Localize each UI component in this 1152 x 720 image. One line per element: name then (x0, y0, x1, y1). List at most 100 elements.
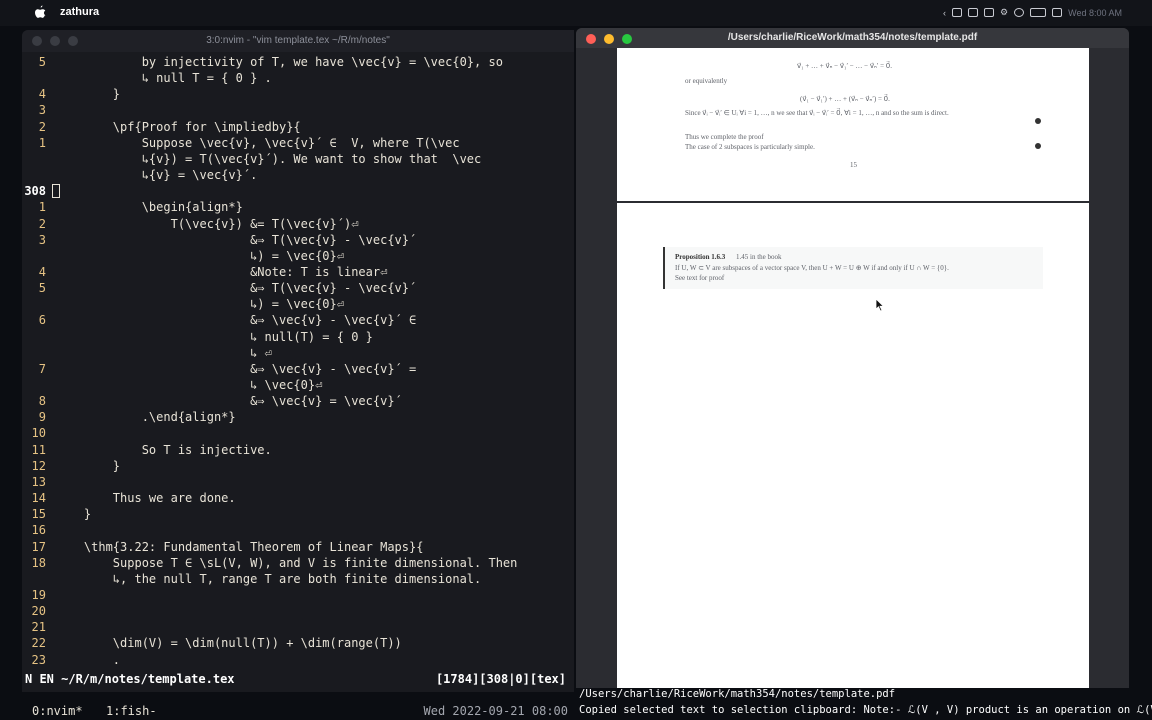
proposition-title: Proposition 1.6.3 (675, 253, 726, 261)
menu-clock[interactable]: Wed 8:00 AM (1068, 8, 1122, 18)
pdf-page-16[interactable]: Proposition 1.6.3 1.45 in the book If U,… (617, 203, 1089, 690)
line-number: 22 (31, 636, 46, 651)
line-number: 3 (38, 103, 46, 118)
statusline-file: N EN ~/R/m/notes/template.tex (25, 672, 235, 686)
line-number: 14 (31, 491, 46, 506)
status-icons: ‹ ⚙ Wed 8:00 AM (943, 7, 1122, 18)
line-text: by injectivity of T, we have \vec{v} = \… (55, 55, 503, 69)
line-text: \begin{align*} (55, 200, 243, 215)
line-text: ↳) = \vec{0}⏎ (55, 248, 344, 263)
text-case: The case of 2 subspaces is particularly … (685, 143, 815, 151)
annotation-marker[interactable] (1035, 143, 1041, 149)
line-text: .\end{align*} (55, 410, 236, 425)
equation-1: v⃗₁ + … + v⃗ₙ − v⃗₁′ − … − v⃗ₙ′ = 0⃗. (797, 62, 892, 70)
line-number: 4 (38, 87, 46, 102)
line-number: 6 (38, 313, 46, 328)
line-number: 12 (31, 458, 46, 473)
line-text: Suppose \vec{v}, \vec{v}´ ∈ V, where T(\… (55, 135, 460, 150)
line-text: ↳ null T = { 0 } . (55, 71, 272, 86)
line-text: } (55, 507, 92, 522)
line-number: 9 (38, 410, 46, 425)
input-icon[interactable] (984, 8, 995, 17)
line-text: T(\vec{v}) &= T(\vec{v}´)⏎ (55, 216, 359, 231)
page-number: 15 (850, 161, 857, 169)
line-number: 23 (31, 652, 46, 667)
chevron-left-icon[interactable]: ‹ (943, 8, 946, 18)
battery-icon[interactable] (1030, 8, 1047, 17)
annotation-marker[interactable] (1035, 118, 1041, 124)
tmux-window-1[interactable]: 1:fish- (106, 702, 157, 720)
line-number: 19 (31, 587, 46, 602)
line-number: 1 (38, 200, 46, 215)
line-text: &⇒ \vec{v} - \vec{v}´ ∈ (55, 313, 417, 328)
gear-icon[interactable]: ⚙ (1000, 7, 1008, 18)
proposition-ref: 1.45 in the book (736, 253, 782, 261)
line-number: 2 (38, 216, 46, 231)
line-number: 1 (38, 135, 46, 150)
terminal-titlebar: 3:0:nvim - "vim template.tex ~/R/m/notes… (22, 30, 574, 52)
tmux-bar: 0:nvim* 1:fish- Wed 2022-09-21 08:00 (22, 702, 574, 720)
zathura-statusbar: /Users/charlie/RiceWork/math354/notes/te… (576, 688, 1152, 720)
apple-icon[interactable] (34, 5, 46, 19)
line-number: 308 (24, 184, 46, 199)
statusline-position: [1784][308|0][tex] (435, 672, 566, 686)
line-number: 4 (38, 264, 46, 279)
tmux-date: Wed 2022-09-21 08:00 (423, 704, 569, 718)
line-text: &Note: T is linear⏎ (55, 264, 388, 279)
line-number: 18 (31, 555, 46, 570)
line-number: 10 (31, 426, 46, 441)
terminal-title: 3:0:nvim - "vim template.tex ~/R/m/notes… (206, 35, 390, 46)
pdf-title: /Users/charlie/RiceWork/math354/notes/te… (727, 32, 978, 43)
line-text: ↳{v}) = T(\vec{v}´). We want to show tha… (55, 151, 482, 166)
line-number: 3 (38, 232, 46, 247)
line-text: ↳ null(T) = { 0 } (55, 329, 373, 344)
pdf-page-15[interactable]: v⃗₁ + … + v⃗ₙ − v⃗₁′ − … − v⃗ₙ′ = 0⃗. or… (617, 48, 1089, 201)
line-text: \dim(V) = \dim(null(T)) + \dim(range(T)) (55, 636, 402, 651)
play-icon[interactable] (1014, 8, 1025, 17)
line-text: \pf{Proof for \impliedby}{ (55, 119, 301, 134)
line-text: } (55, 87, 121, 102)
line-number: 13 (31, 474, 46, 489)
info-path: /Users/charlie/RiceWork/math354/notes/te… (579, 688, 896, 700)
line-number: 8 (38, 394, 46, 409)
proposition-body: If U, W ⊂ V are subspaces of a vector sp… (675, 264, 949, 272)
line-number: 2 (38, 119, 46, 134)
info-message: Copied selected text to selection clipbo… (579, 704, 1152, 716)
pdf-titlebar: /Users/charlie/RiceWork/math354/notes/te… (576, 28, 1129, 48)
text-cursor (52, 184, 60, 199)
line-number: 21 (31, 620, 46, 635)
line-text: ↳{v} = \vec{v}´. (55, 168, 258, 183)
line-number: 5 (38, 281, 46, 296)
line-text: &⇒ T(\vec{v} - \vec{v}´ (55, 281, 417, 296)
line-text: &⇒ \vec{v} = \vec{v}´ (55, 394, 402, 409)
line-text: &⇒ \vec{v} - \vec{v}´ = (55, 361, 417, 376)
app-name[interactable]: zathura (60, 6, 99, 18)
line-text: Suppose T ∈ \sL(V, W), and V is finite d… (55, 555, 518, 570)
line-number: 17 (31, 539, 46, 554)
vim-statusline: N EN ~/R/m/notes/template.tex [1784][308… (22, 670, 574, 688)
proposition-see: See text for proof (675, 274, 725, 282)
text-or-equivalently: or equivalently (685, 77, 728, 85)
line-text: \thm{3.22: Fundamental Theorem of Linear… (55, 539, 424, 554)
control-center-icon[interactable] (1052, 8, 1063, 17)
text-complete: Thus we complete the proof (685, 133, 764, 141)
line-number: 15 (31, 507, 46, 522)
line-text: } (55, 458, 121, 473)
text-since: Since v⃗ᵢ − v⃗ᵢ′ ∈ Uᵢ ∀i = 1, …, n we se… (685, 109, 949, 117)
mouse-pointer-icon (875, 298, 885, 312)
menu-bar: zathura ‹ ⚙ Wed 8:00 AM (0, 0, 1152, 26)
terminal-window: 3:0:nvim - "vim template.tex ~/R/m/notes… (22, 30, 574, 692)
line-number: 16 (31, 523, 46, 538)
line-number: 20 (31, 604, 46, 619)
tmux-window-0[interactable]: 0:nvim* (32, 702, 83, 720)
dots-icon[interactable] (968, 8, 979, 17)
keyboard-icon[interactable] (952, 8, 963, 17)
line-text: So T is injective. (55, 442, 272, 457)
line-number: 5 (38, 55, 46, 69)
line-number: 7 (38, 361, 46, 376)
line-text: Thus we are done. (55, 491, 236, 506)
line-text: ↳) = \vec{0}⏎ (55, 297, 344, 312)
line-text: ↳, the null T, range T are both finite d… (55, 571, 482, 586)
line-text: . (55, 652, 121, 667)
line-number: 11 (31, 442, 46, 457)
